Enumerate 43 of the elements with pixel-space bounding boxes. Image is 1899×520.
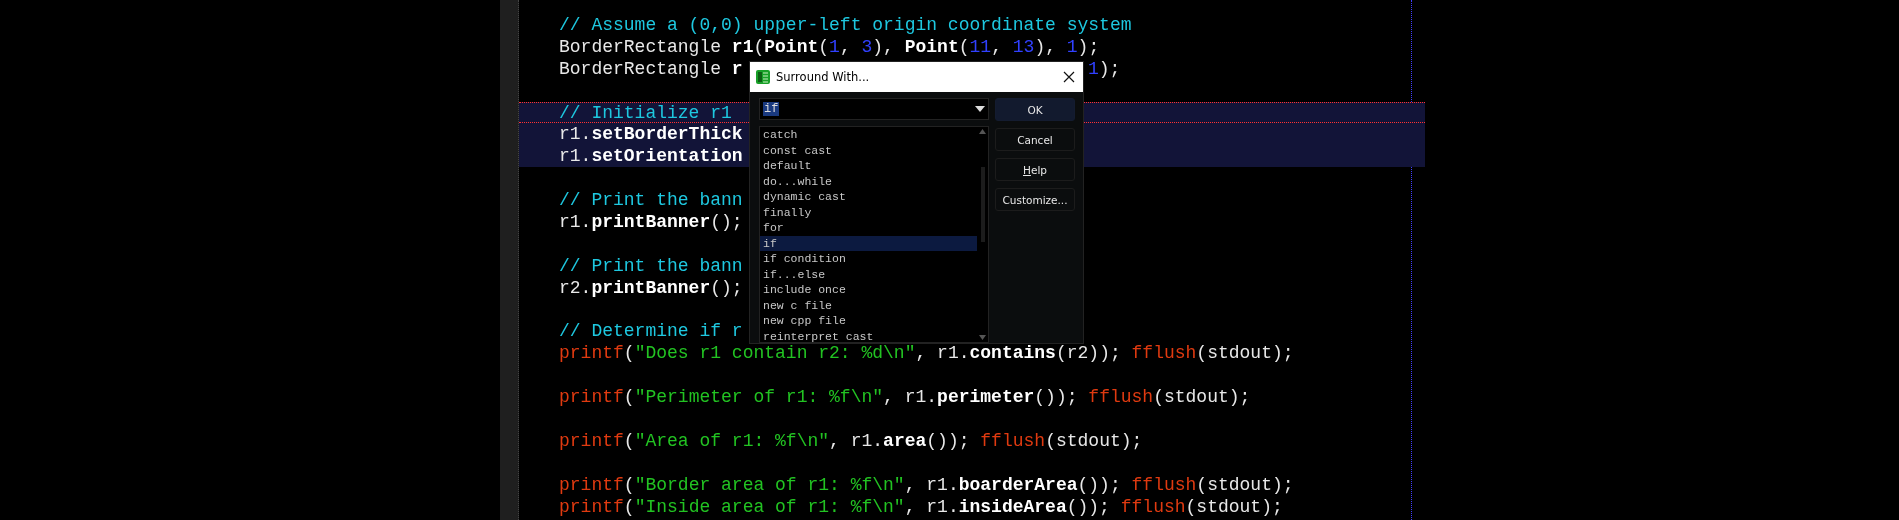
dialog-title: Surround With... — [776, 70, 871, 84]
code-line: printf("Inside area of r1: %f\n", r1.insideArea()); fflush(stdout); — [559, 496, 1283, 517]
list-item[interactable]: reinterpret cast — [760, 328, 977, 342]
list-item[interactable]: new c file — [760, 297, 977, 313]
dialog-button[interactable]: OK — [995, 98, 1075, 121]
list-item[interactable]: do...while — [760, 173, 977, 189]
app-icon — [755, 69, 771, 85]
dropdown-arrow-icon[interactable] — [975, 106, 985, 112]
code-line: // Print the bann — [559, 190, 744, 211]
code-line: // Initialize r1 — [559, 102, 733, 123]
scroll-up-icon[interactable] — [979, 129, 986, 134]
code-line: // Print the bann — [559, 255, 744, 276]
dialog-button[interactable]: Cancel — [995, 128, 1075, 151]
list-item[interactable]: if — [760, 235, 977, 251]
list-item[interactable]: default — [760, 158, 977, 174]
list-item[interactable]: new cpp file — [760, 313, 977, 329]
code-line: // Determine if r — [559, 321, 744, 342]
code-line: 1); — [1088, 58, 1121, 79]
code-line: BorderRectangle r — [559, 58, 744, 79]
code-line: BorderRectangle r1(Point(1, 3), Point(11, 13), 1); — [559, 36, 1100, 57]
dialog-button[interactable]: Customize... — [995, 188, 1075, 211]
list-item[interactable]: const cast — [760, 142, 977, 158]
code-line: // Assume a (0,0) upper-left origin coordinate system — [559, 14, 1132, 35]
code-line: printf("Area of r1: %f\n", r1.area()); fflush(stdout); — [559, 430, 1143, 451]
list-item[interactable]: finally — [760, 204, 977, 220]
code-line: r2.printBanner(); — [559, 277, 743, 298]
scroll-down-icon[interactable] — [979, 335, 986, 340]
combo-box[interactable]: if — [759, 98, 989, 120]
code-line: printf("Does r1 contain r2: %d\n", r1.contains(r2)); fflush(stdout); — [559, 343, 1294, 364]
list-item[interactable]: if condition — [760, 251, 977, 267]
code-line: r1.setBorderThick — [559, 124, 744, 145]
list-item[interactable]: if...else — [760, 266, 977, 282]
code-line: r1.setOrientation — [559, 146, 744, 167]
list-item[interactable]: include once — [760, 282, 977, 298]
code-line: r1.printBanner(); — [559, 211, 743, 232]
dialog-button[interactable]: Help — [995, 158, 1075, 181]
code-line: printf("Perimeter of r1: %f\n", r1.perimeter()); fflush(stdout); — [559, 387, 1251, 408]
list-item[interactable]: for — [760, 220, 977, 236]
code-line: printf("Border area of r1: %f\n", r1.boarderArea()); fflush(stdout); — [559, 474, 1294, 495]
list-item[interactable]: catch — [760, 127, 977, 143]
list-item[interactable]: dynamic cast — [760, 189, 977, 205]
close-icon[interactable] — [1063, 71, 1075, 83]
scrollbar-thumb[interactable] — [980, 167, 985, 242]
